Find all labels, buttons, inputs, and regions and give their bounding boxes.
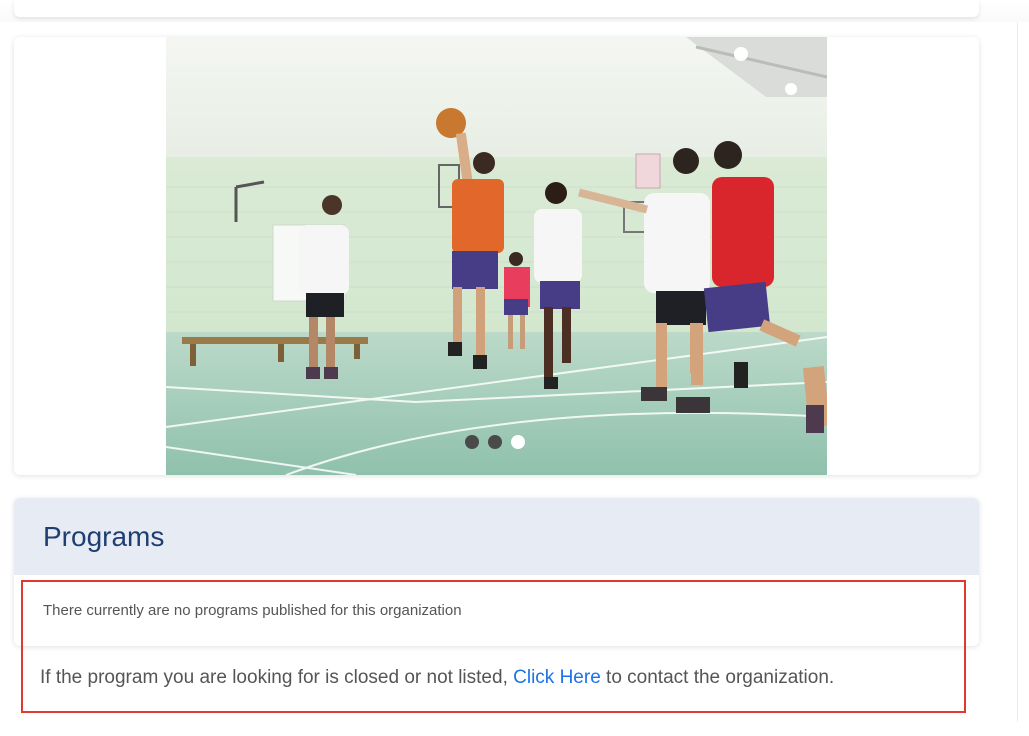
previous-card-edge	[14, 0, 979, 17]
carousel-slide-image[interactable]	[166, 37, 827, 475]
programs-panel: Programs	[14, 498, 979, 646]
carousel-dot-1[interactable]	[465, 435, 479, 449]
no-programs-message: There currently are no programs publishe…	[43, 602, 462, 619]
carousel-indicators	[465, 435, 525, 449]
contact-organization-text: If the program you are looking for is cl…	[40, 667, 834, 689]
click-here-link[interactable]: Click Here	[513, 667, 601, 688]
gym-basketball-photo	[166, 37, 827, 475]
programs-title: Programs	[43, 520, 165, 552]
programs-header: Programs	[14, 498, 979, 575]
contact-prefix-text: If the program you are looking for is cl…	[40, 667, 514, 688]
contact-suffix-text: to contact the organization.	[600, 667, 835, 688]
carousel-dot-3-active[interactable]	[511, 435, 525, 449]
carousel-dot-2[interactable]	[488, 435, 502, 449]
scrollbar-track	[1017, 22, 1018, 722]
